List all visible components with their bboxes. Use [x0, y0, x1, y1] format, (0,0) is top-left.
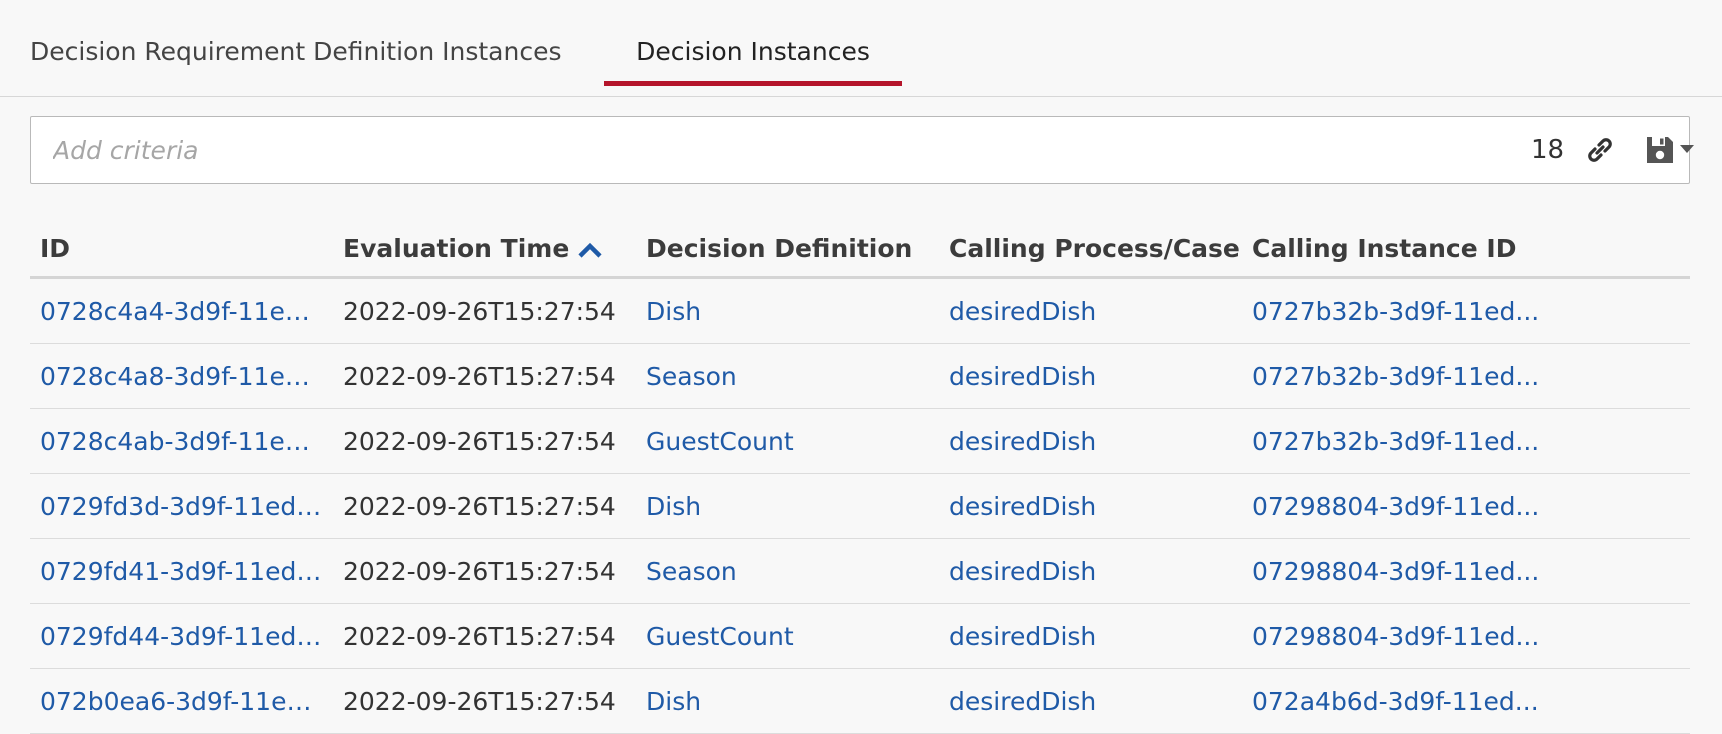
- column-header-decision-definition[interactable]: Decision Definition: [636, 220, 939, 279]
- cell-calling-process[interactable]: desiredDish: [939, 668, 1242, 734]
- cell-calling-process[interactable]: desiredDish: [939, 538, 1242, 604]
- cell-calling-process[interactable]: desiredDish: [939, 603, 1242, 669]
- table-row: 0728c4a4-3d9f-11ed-... 2022-09-26T15:27:…: [30, 277, 1690, 344]
- cell-evaluation-time: 2022-09-26T15:27:54: [333, 408, 636, 474]
- cell-evaluation-time: 2022-09-26T15:27:54: [333, 473, 636, 539]
- table-row: 0728c4ab-3d9f-11ed-... 2022-09-26T15:27:…: [30, 408, 1690, 474]
- tab-decision-instances[interactable]: Decision Instances: [604, 36, 902, 86]
- cell-calling-instance-id[interactable]: 07298804-3d9f-11ed...: [1242, 538, 1690, 604]
- cell-calling-instance-id[interactable]: 072a4b6d-3d9f-11ed...: [1242, 668, 1690, 734]
- cell-decision-definition[interactable]: GuestCount: [636, 603, 939, 669]
- cell-id[interactable]: 0728c4a8-3d9f-11ed-...: [30, 343, 333, 409]
- cell-id[interactable]: 0728c4ab-3d9f-11ed-...: [30, 408, 333, 474]
- cell-evaluation-time: 2022-09-26T15:27:54: [333, 343, 636, 409]
- cell-decision-definition[interactable]: Dish: [636, 277, 939, 344]
- cell-evaluation-time: 2022-09-26T15:27:54: [333, 538, 636, 604]
- column-header-label: Decision Definition: [646, 233, 913, 263]
- search-bar: 18: [30, 116, 1694, 184]
- result-count: 18: [1531, 135, 1565, 165]
- column-header-id[interactable]: ID: [30, 220, 333, 279]
- save-icon[interactable]: [1645, 135, 1675, 165]
- caret-down-icon[interactable]: [1680, 145, 1694, 153]
- cell-evaluation-time: 2022-09-26T15:27:54: [333, 277, 636, 344]
- tab-bar: Decision Requirement Definition Instance…: [0, 0, 1722, 97]
- column-header-label: ID: [40, 233, 71, 263]
- cell-decision-definition[interactable]: Season: [636, 343, 939, 409]
- cell-calling-instance-id[interactable]: 07298804-3d9f-11ed...: [1242, 473, 1690, 539]
- table-row: 0729fd41-3d9f-11ed-... 2022-09-26T15:27:…: [30, 538, 1690, 604]
- column-header-calling-instance-id[interactable]: Calling Instance ID: [1242, 220, 1690, 279]
- link-icon[interactable]: [1584, 134, 1616, 166]
- column-header-label: Calling Instance ID: [1252, 233, 1517, 263]
- cell-decision-definition[interactable]: GuestCount: [636, 408, 939, 474]
- column-header-calling-process-case[interactable]: Calling Process/Case: [939, 220, 1242, 279]
- cell-calling-process[interactable]: desiredDish: [939, 408, 1242, 474]
- cell-calling-instance-id[interactable]: 0727b32b-3d9f-11ed...: [1242, 277, 1690, 344]
- cell-id[interactable]: 0729fd44-3d9f-11ed-...: [30, 603, 333, 669]
- cell-decision-definition[interactable]: Season: [636, 538, 939, 604]
- cell-decision-definition[interactable]: Dish: [636, 668, 939, 734]
- cell-id[interactable]: 0728c4a4-3d9f-11ed-...: [30, 277, 333, 344]
- cell-evaluation-time: 2022-09-26T15:27:54: [333, 603, 636, 669]
- cell-calling-process[interactable]: desiredDish: [939, 473, 1242, 539]
- column-header-evaluation-time[interactable]: Evaluation Time: [333, 220, 636, 279]
- column-header-label: Evaluation Time: [343, 233, 570, 263]
- cell-calling-process[interactable]: desiredDish: [939, 343, 1242, 409]
- table-row: 0729fd44-3d9f-11ed-... 2022-09-26T15:27:…: [30, 603, 1690, 669]
- table-row: 0729fd3d-3d9f-11ed-... 2022-09-26T15:27:…: [30, 473, 1690, 539]
- cell-calling-instance-id[interactable]: 0727b32b-3d9f-11ed...: [1242, 343, 1690, 409]
- tab-decision-requirement-definition-instances[interactable]: Decision Requirement Definition Instance…: [30, 36, 561, 86]
- decision-instances-table: ID Evaluation Time Decision Definition C…: [30, 220, 1690, 734]
- cell-calling-instance-id[interactable]: 0727b32b-3d9f-11ed...: [1242, 408, 1690, 474]
- table-header-row: ID Evaluation Time Decision Definition C…: [30, 220, 1690, 279]
- search-input[interactable]: [53, 127, 1253, 173]
- column-header-label: Calling Process/Case: [949, 233, 1240, 263]
- table-row: 0728c4a8-3d9f-11ed-... 2022-09-26T15:27:…: [30, 343, 1690, 409]
- cell-calling-process[interactable]: desiredDish: [939, 277, 1242, 344]
- cell-id[interactable]: 072b0ea6-3d9f-11ed-...: [30, 668, 333, 734]
- cell-calling-instance-id[interactable]: 07298804-3d9f-11ed...: [1242, 603, 1690, 669]
- table-row: 072b0ea6-3d9f-11ed-... 2022-09-26T15:27:…: [30, 668, 1690, 734]
- chevron-up-icon[interactable]: [577, 241, 603, 259]
- cell-id[interactable]: 0729fd3d-3d9f-11ed-...: [30, 473, 333, 539]
- cell-decision-definition[interactable]: Dish: [636, 473, 939, 539]
- cell-evaluation-time: 2022-09-26T15:27:54: [333, 668, 636, 734]
- cell-id[interactable]: 0729fd41-3d9f-11ed-...: [30, 538, 333, 604]
